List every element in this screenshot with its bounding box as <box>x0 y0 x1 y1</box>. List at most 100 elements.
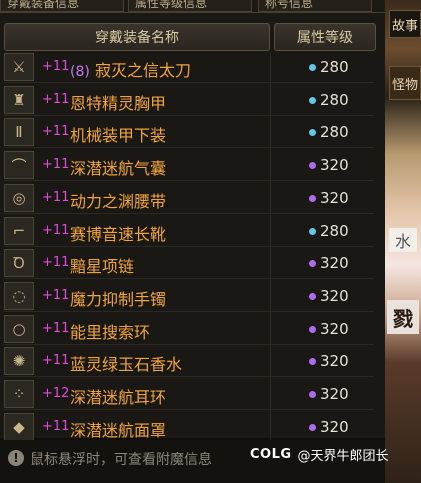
equipment-row[interactable]: ⌐ +11 赛博音速长靴 280 <box>4 216 374 247</box>
perfume-icon: ✺ <box>4 347 34 376</box>
enhance-level: +11 <box>42 287 70 303</box>
equipment-row[interactable]: ⌒ +11 深潜迷航气囊 320 <box>4 151 374 182</box>
scene-badge: 戮 <box>387 300 419 334</box>
equipment-name-text: 能里搜索环 <box>70 322 151 342</box>
colg-logo: COLG <box>250 447 292 462</box>
equipment-panel: 穿戴装备名称 属性等级 ⚔ +11 (8) 寂灭之信太刀 280 ♜ +11 恩… <box>0 13 385 445</box>
equipment-name-text: 深潜迷航耳环 <box>70 388 167 407</box>
monster-tab[interactable]: 怪物 <box>389 66 421 100</box>
equipment-row[interactable]: ♜ +11 恩特精灵胸甲 280 <box>4 85 374 116</box>
level-dot-icon <box>309 194 316 202</box>
equipment-name-text: 魔力抑制手镯 <box>70 289 167 309</box>
equipment-name-text: 赛博音速长靴 <box>70 224 167 244</box>
enhance-level: +11 <box>42 255 70 271</box>
equipment-prefix: (8) <box>70 64 90 80</box>
equipment-name-text: 黯星项链 <box>70 257 135 277</box>
enhance-level: +11 <box>42 157 70 173</box>
equipment-name: 动力之渊腰带 <box>70 188 166 212</box>
tab-level-info[interactable]: 属性等级信息 <box>128 0 252 12</box>
equipment-name: 黯星项链 <box>70 253 134 277</box>
enhance-level: +11 <box>42 91 70 107</box>
equipment-name-text: 深潜迷航气囊 <box>70 159 167 179</box>
enhance-level: +12 <box>42 386 70 401</box>
level-dot-icon <box>309 64 316 71</box>
equipment-name-text: 机械装甲下装 <box>70 126 167 146</box>
equipment-name-text: 蓝灵绿玉石香水 <box>70 355 183 375</box>
shoulder-icon: ⌒ <box>4 151 34 180</box>
watermark: COLG @天界牛郎团长 <box>250 445 389 464</box>
equipment-name: 深潜迷航气囊 <box>70 155 166 179</box>
equipment-row[interactable]: ○ +11 能里搜索环 320 <box>4 314 374 345</box>
level-dot-icon <box>309 96 316 104</box>
tab-title-info[interactable]: 称号信息 <box>258 0 372 12</box>
attribute-level: 280 <box>320 90 349 109</box>
equipment-row[interactable]: Ⅱ +11 机械装甲下装 280 <box>4 118 374 149</box>
equipment-name: (8) 寂灭之信太刀 <box>70 57 191 81</box>
equipment-name: 魔力抑制手镯 <box>70 286 166 310</box>
enhance-level: +11 <box>42 59 70 74</box>
level-dot-icon <box>309 129 316 137</box>
hover-hint-text: 鼠标悬浮时，可查看附魔信息 <box>30 452 212 468</box>
pants-icon: Ⅱ <box>4 118 34 147</box>
tab-equipment-info[interactable]: 穿戴装备信息 <box>0 0 124 12</box>
equipment-name-text: 寂灭之信太刀 <box>94 61 191 80</box>
level-dot-icon <box>309 162 316 170</box>
equipment-name: 蓝灵绿玉石香水 <box>70 351 182 375</box>
equipment-name: 深潜迷航耳环 <box>70 384 166 408</box>
attribute-level: 320 <box>320 254 349 273</box>
info-tab-strip: 穿戴装备信息 属性等级信息 称号信息 <box>0 0 385 13</box>
sword-icon: ⚔ <box>4 53 34 81</box>
belt-icon: ◎ <box>4 183 34 212</box>
attribute-level-header: 属性等级 <box>274 23 376 51</box>
equipment-name-text: 动力之渊腰带 <box>70 191 167 211</box>
gem-icon: ◆ <box>4 412 34 441</box>
attribute-level: 280 <box>320 123 349 142</box>
equipment-row[interactable]: ◆ +11 深潜迷航面罩 320 <box>4 412 374 443</box>
level-dot-icon <box>309 423 316 431</box>
info-icon: ! <box>8 450 24 466</box>
attribute-level: 320 <box>320 188 349 207</box>
ring-icon: ○ <box>4 314 34 343</box>
level-dot-icon <box>309 325 316 333</box>
attribute-level: 320 <box>320 385 349 403</box>
equipment-row[interactable]: Ꝺ +11 黯星项链 320 <box>4 249 374 280</box>
attribute-level: 320 <box>320 352 349 371</box>
attribute-level: 280 <box>320 221 349 240</box>
enhance-level: +11 <box>42 222 70 238</box>
equipment-row[interactable]: ✺ +11 蓝灵绿玉石香水 320 <box>4 347 374 378</box>
chest-armor-icon: ♜ <box>4 85 34 114</box>
enhance-level: +11 <box>42 353 70 369</box>
boots-icon: ⌐ <box>4 216 34 245</box>
attribute-level: 320 <box>320 319 349 338</box>
equipment-row[interactable]: ⁘ +12 深潜迷航耳环 320 <box>4 380 374 410</box>
equipment-name: 恩特精灵胸甲 <box>70 90 166 114</box>
earring-icon: ⁘ <box>4 380 34 408</box>
attribute-level: 320 <box>320 417 349 436</box>
level-dot-icon <box>309 292 316 300</box>
attribute-level: 320 <box>320 286 349 305</box>
equipment-name: 赛博音速长靴 <box>70 221 166 245</box>
equipment-row[interactable]: ⚔ +11 (8) 寂灭之信太刀 280 <box>4 53 374 83</box>
enhance-level: +11 <box>42 189 70 205</box>
equipment-name: 能里搜索环 <box>70 319 150 343</box>
equipment-name-text: 深潜迷航面罩 <box>70 420 167 440</box>
level-dot-icon <box>309 391 316 398</box>
equipment-name: 深潜迷航面罩 <box>70 417 166 441</box>
enhance-level: +11 <box>42 418 70 434</box>
level-dot-icon <box>309 260 316 268</box>
attribute-level: 320 <box>320 156 349 175</box>
attribute-level: 280 <box>320 58 349 76</box>
equipment-name-text: 恩特精灵胸甲 <box>70 93 167 113</box>
bracelet-icon: ◌ <box>4 281 34 310</box>
equipment-name: 机械装甲下装 <box>70 122 166 146</box>
level-dot-icon <box>309 358 316 366</box>
equipment-row[interactable]: ◎ +11 动力之渊腰带 320 <box>4 183 374 214</box>
level-dot-icon <box>309 227 316 235</box>
watermark-author: @天界牛郎团长 <box>297 449 389 464</box>
story-tab[interactable]: 故事 <box>389 10 421 38</box>
background-scene: 故事 怪物 水 戮 <box>385 0 421 483</box>
scene-text-fragment: 水 <box>389 228 417 252</box>
equipment-row[interactable]: ◌ +11 魔力抑制手镯 320 <box>4 281 374 312</box>
enhance-level: +11 <box>42 320 70 336</box>
equipment-name-header: 穿戴装备名称 <box>4 23 270 51</box>
